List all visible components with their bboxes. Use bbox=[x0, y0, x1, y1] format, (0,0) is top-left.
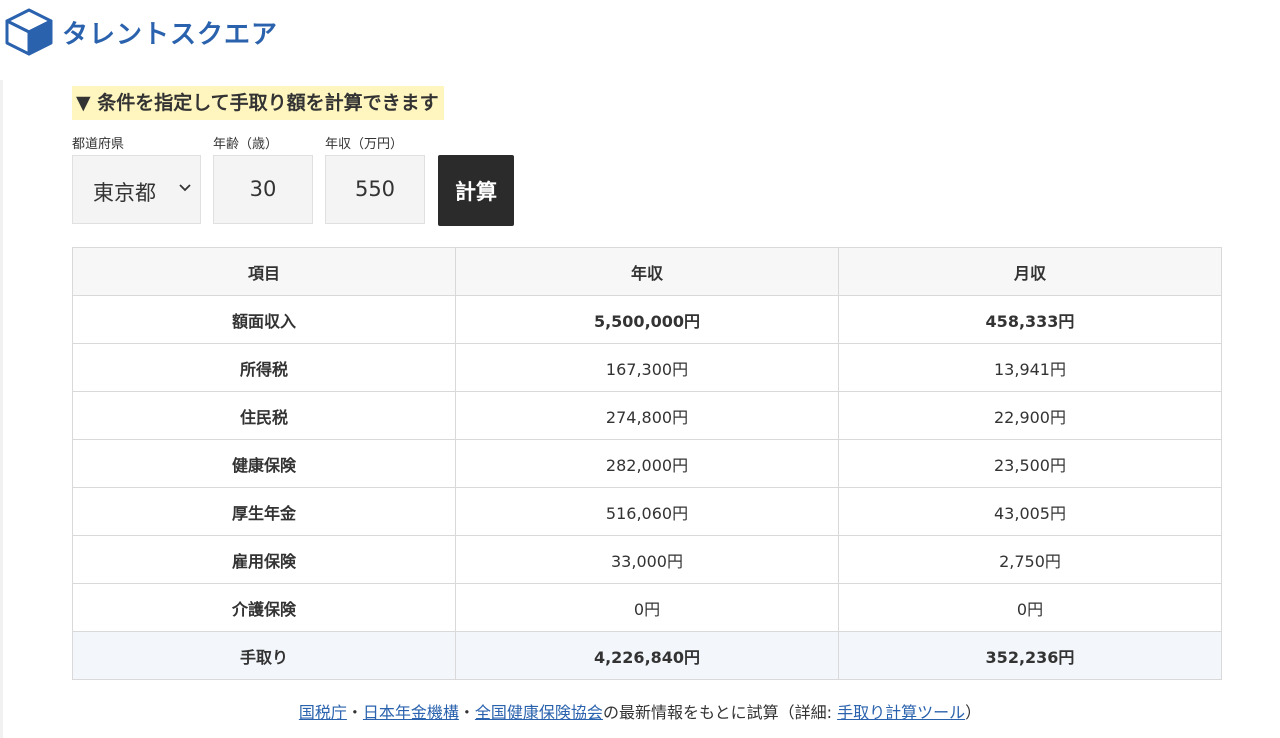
row-annual: 282,000円 bbox=[455, 439, 839, 488]
link-kyoukaikenpo[interactable]: 全国健康保険協会 bbox=[475, 703, 603, 722]
age-value: 30 bbox=[249, 177, 277, 201]
brand-name[interactable]: タレントスクエア bbox=[62, 14, 278, 51]
chevron-down-icon bbox=[179, 184, 191, 192]
income-label: 年収（万円） bbox=[325, 137, 404, 152]
calculate-button[interactable]: 計算 bbox=[438, 155, 514, 226]
row-annual: 274,800円 bbox=[455, 391, 839, 440]
link-tedori-tool[interactable]: 手取り計算ツール bbox=[837, 703, 965, 722]
source-note: 国税庁・日本年金機構・全国健康保険協会の最新情報をもとに試算（詳細: 手取り計算… bbox=[0, 699, 1280, 723]
table-row: 厚生年金 516,060円 43,005円 bbox=[72, 487, 1222, 536]
link-nenkin[interactable]: 日本年金機構 bbox=[363, 703, 459, 722]
row-annual: 0円 bbox=[455, 583, 839, 632]
header-monthly: 月収 bbox=[838, 247, 1222, 296]
note-text-end: ） bbox=[965, 703, 982, 722]
row-monthly: 0円 bbox=[838, 583, 1222, 632]
table-row: 健康保険 282,000円 23,500円 bbox=[72, 439, 1222, 488]
table-row: 住民税 274,800円 22,900円 bbox=[72, 391, 1222, 440]
header-item: 項目 bbox=[72, 247, 456, 296]
separator: ・ bbox=[346, 703, 363, 722]
row-annual: 5,500,000円 bbox=[455, 295, 839, 344]
row-monthly: 43,005円 bbox=[838, 487, 1222, 536]
income-value: 550 bbox=[354, 177, 396, 201]
page: タレントスクエア ▼ 条件を指定して手取り額を計算できます 都道府県 年齢（歳）… bbox=[0, 0, 1280, 738]
row-item: 所得税 bbox=[72, 343, 456, 392]
table-row: 雇用保険 33,000円 2,750円 bbox=[72, 535, 1222, 584]
table-row: 額面収入 5,500,000円 458,333円 bbox=[72, 295, 1222, 344]
note-text: の最新情報をもとに試算（詳細: bbox=[602, 703, 838, 722]
table-row: 所得税 167,300円 13,941円 bbox=[72, 343, 1222, 392]
calculator-title: ▼ 条件を指定して手取り額を計算できます bbox=[72, 86, 444, 120]
row-monthly: 458,333円 bbox=[838, 295, 1222, 344]
header-annual: 年収 bbox=[455, 247, 839, 296]
prefecture-label: 都道府県 bbox=[72, 137, 125, 152]
link-nta[interactable]: 国税庁 bbox=[299, 703, 347, 722]
cube-logo-icon[interactable] bbox=[5, 8, 53, 56]
row-item: 健康保険 bbox=[72, 439, 456, 488]
row-monthly: 22,900円 bbox=[838, 391, 1222, 440]
row-annual: 33,000円 bbox=[455, 535, 839, 584]
row-item: 手取り bbox=[72, 631, 456, 680]
row-item: 住民税 bbox=[72, 391, 456, 440]
prefecture-value: 東京都 bbox=[93, 181, 156, 205]
age-label: 年齢（歳） bbox=[213, 137, 279, 152]
site-header: タレントスクエア bbox=[0, 0, 1280, 64]
row-item: 額面収入 bbox=[72, 295, 456, 344]
row-item: 厚生年金 bbox=[72, 487, 456, 536]
table-row: 介護保険 0円 0円 bbox=[72, 583, 1222, 632]
left-rule bbox=[0, 80, 3, 738]
row-monthly: 13,941円 bbox=[838, 343, 1222, 392]
row-annual: 167,300円 bbox=[455, 343, 839, 392]
income-input[interactable]: 550 bbox=[325, 155, 425, 224]
row-monthly: 352,236円 bbox=[838, 631, 1222, 680]
row-monthly: 23,500円 bbox=[838, 439, 1222, 488]
result-table: 項目 年収 月収 額面収入 5,500,000円 458,333円 所得税 16… bbox=[72, 247, 1222, 680]
row-item: 介護保険 bbox=[72, 583, 456, 632]
row-annual: 516,060円 bbox=[455, 487, 839, 536]
row-monthly: 2,750円 bbox=[838, 535, 1222, 584]
row-item: 雇用保険 bbox=[72, 535, 456, 584]
table-header-row: 項目 年収 月収 bbox=[72, 247, 1222, 296]
row-annual: 4,226,840円 bbox=[455, 631, 839, 680]
prefecture-select[interactable]: 東京都 bbox=[72, 155, 201, 224]
table-row-total: 手取り 4,226,840円 352,236円 bbox=[72, 631, 1222, 680]
separator: ・ bbox=[458, 703, 475, 722]
age-input[interactable]: 30 bbox=[213, 155, 313, 224]
